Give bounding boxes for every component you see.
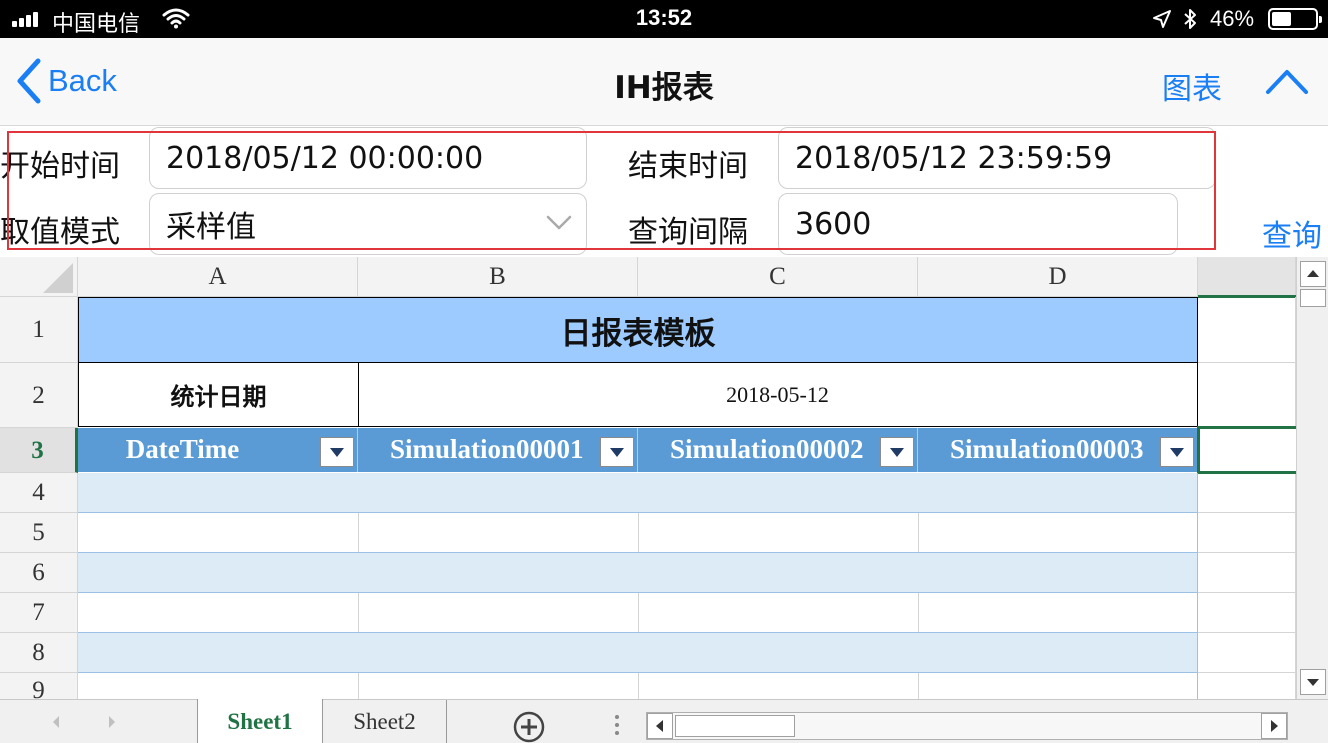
- header-cell-simulation00001[interactable]: Simulation00001: [358, 428, 638, 472]
- horizontal-scrollbar[interactable]: [646, 712, 1288, 740]
- row-header-1[interactable]: 1: [0, 297, 78, 363]
- row-header-5[interactable]: 5: [0, 513, 78, 553]
- signal-icon: [12, 11, 46, 27]
- cell-e5[interactable]: [1198, 513, 1296, 553]
- chevron-left-icon: [17, 58, 41, 104]
- row-header-8[interactable]: 8: [0, 633, 78, 673]
- tab-sheet1[interactable]: Sheet1: [197, 699, 323, 743]
- start-time-label: 开始时间: [0, 149, 120, 184]
- triangle-up-icon: [1307, 270, 1319, 277]
- scroll-up-button[interactable]: [1300, 261, 1326, 287]
- header-cell-simulation00003[interactable]: Simulation00003: [918, 428, 1198, 472]
- tab-sheet2[interactable]: Sheet2: [323, 700, 447, 743]
- horizontal-scroll-thumb[interactable]: [675, 715, 795, 737]
- vertical-scrollbar[interactable]: [1296, 257, 1328, 699]
- start-time-field[interactable]: [149, 127, 587, 189]
- cell-e2[interactable]: [1198, 363, 1296, 428]
- cell-e1[interactable]: [1198, 297, 1296, 363]
- query-form: 开始时间 结束时间 取值模式 采样值 查询间隔 查询: [0, 127, 1328, 257]
- selected-cell-e3[interactable]: [1197, 426, 1296, 474]
- column-header-d[interactable]: D: [918, 257, 1198, 297]
- report-title-cell[interactable]: 日报表模板: [78, 297, 1198, 363]
- scroll-left-button[interactable]: [647, 713, 673, 739]
- data-row-4[interactable]: [78, 473, 1198, 513]
- query-interval-field[interactable]: [778, 193, 1178, 255]
- page-title: IH报表: [614, 70, 714, 106]
- row-header-6[interactable]: 6: [0, 553, 78, 593]
- value-mode-label: 取值模式: [0, 215, 120, 250]
- header-label: DateTime: [125, 434, 240, 464]
- filter-dropdown-button[interactable]: [1160, 437, 1194, 467]
- start-time-input[interactable]: [166, 140, 586, 176]
- query-interval-input[interactable]: [795, 206, 1177, 242]
- row-header-2[interactable]: 2: [0, 363, 78, 428]
- value-mode-select[interactable]: 采样值: [149, 193, 587, 255]
- status-time: 13:52: [635, 5, 693, 30]
- triangle-right-icon: [1271, 720, 1278, 732]
- stat-date-value-cell[interactable]: 2018-05-12: [358, 363, 1198, 427]
- header-label: Simulation00003: [950, 434, 1144, 464]
- filter-arrow-icon: [610, 448, 624, 457]
- back-button[interactable]: Back: [14, 56, 117, 106]
- data-row-7[interactable]: [78, 593, 1198, 633]
- splitter-handle-icon[interactable]: [614, 714, 620, 736]
- carrier-name: 中国电信: [52, 12, 141, 37]
- chart-button[interactable]: 图表: [1162, 64, 1222, 108]
- data-row-6[interactable]: [78, 553, 1198, 593]
- row-header-7[interactable]: 7: [0, 593, 78, 633]
- header-label: Simulation00002: [670, 434, 864, 464]
- back-label: Back: [48, 63, 117, 98]
- header-cell-datetime[interactable]: DateTime: [78, 428, 358, 472]
- column-header-a[interactable]: A: [78, 257, 358, 297]
- data-row-5[interactable]: [78, 513, 1198, 553]
- row-header-3[interactable]: 3: [0, 428, 78, 473]
- battery-icon: [1268, 8, 1322, 30]
- cell-e4[interactable]: [1198, 473, 1296, 513]
- end-time-field[interactable]: [778, 127, 1216, 189]
- column-header-e[interactable]: [1198, 257, 1296, 297]
- triangle-down-icon: [1307, 679, 1319, 686]
- filter-arrow-icon: [330, 448, 344, 457]
- add-sheet-icon[interactable]: [512, 710, 546, 743]
- filter-dropdown-button[interactable]: [320, 437, 354, 467]
- value-mode-selected: 采样值: [166, 210, 256, 245]
- query-button[interactable]: 查询: [1262, 211, 1322, 255]
- end-time-input[interactable]: [795, 140, 1215, 176]
- stat-date-label-cell[interactable]: 统计日期: [78, 363, 359, 427]
- status-bar: 中国电信 13:52 46%: [0, 0, 1328, 38]
- triangle-left-icon: [656, 720, 663, 732]
- bluetooth-icon: [1184, 9, 1196, 29]
- column-header-row: A B C D: [0, 257, 1296, 297]
- filter-dropdown-button[interactable]: [880, 437, 914, 467]
- filter-dropdown-button[interactable]: [600, 437, 634, 467]
- query-interval-label: 查询间隔: [628, 215, 748, 250]
- chevron-up-icon[interactable]: [1264, 64, 1310, 98]
- chevron-down-icon: [546, 215, 572, 230]
- cell-e8[interactable]: [1198, 633, 1296, 673]
- spreadsheet[interactable]: A B C D 1 2 3 4 5 6 7 8 9 日报表模板 统计日期 201…: [0, 257, 1328, 743]
- scroll-down-button[interactable]: [1300, 669, 1326, 695]
- end-time-label: 结束时间: [628, 149, 748, 184]
- scroll-right-button[interactable]: [1261, 713, 1287, 739]
- header-label: Simulation00001: [390, 434, 584, 464]
- tab-next-icon[interactable]: [106, 714, 118, 730]
- filter-arrow-icon: [890, 448, 904, 457]
- cell-e7[interactable]: [1198, 593, 1296, 633]
- location-icon: [1153, 10, 1171, 28]
- select-all-corner[interactable]: [0, 257, 78, 297]
- data-row-8[interactable]: [78, 633, 1198, 673]
- sheet-tabs-bar: Sheet1 Sheet2: [0, 699, 1328, 743]
- battery-percent: 46%: [1210, 6, 1255, 31]
- column-header-b[interactable]: B: [358, 257, 638, 297]
- wifi-icon: [162, 8, 190, 29]
- navigation-bar: Back IH报表 图表: [0, 38, 1328, 126]
- header-cell-simulation00002[interactable]: Simulation00002: [638, 428, 918, 472]
- row-header-4[interactable]: 4: [0, 473, 78, 513]
- filter-arrow-icon: [1170, 448, 1184, 457]
- vertical-scroll-thumb[interactable]: [1300, 289, 1326, 307]
- column-header-c[interactable]: C: [638, 257, 918, 297]
- tab-prev-icon[interactable]: [50, 714, 62, 730]
- cell-e6[interactable]: [1198, 553, 1296, 593]
